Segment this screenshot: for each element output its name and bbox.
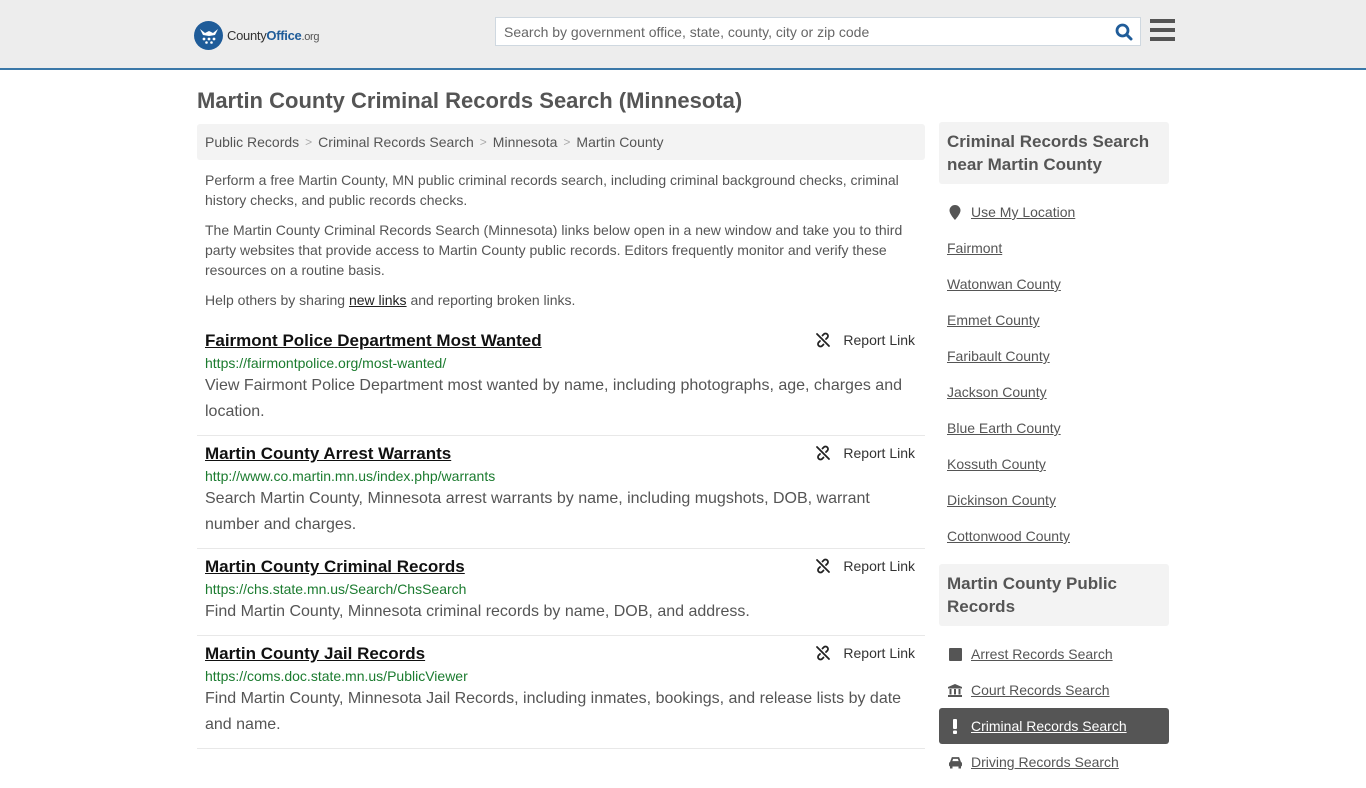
nearby-item: Jackson County [939, 374, 1169, 410]
site-header: CountyOffice.org [0, 0, 1366, 70]
site-logo[interactable]: CountyOffice.org [194, 20, 319, 50]
search-icon [1115, 23, 1133, 40]
result-title-link[interactable]: Martin County Jail Records [205, 644, 425, 664]
result-title-link[interactable]: Martin County Criminal Records [205, 557, 465, 577]
car-icon [947, 756, 963, 769]
result-description: Search Martin County, Minnesota arrest w… [205, 490, 870, 533]
breadcrumb-criminal-records-search[interactable]: Criminal Records Search [318, 134, 474, 150]
search-input[interactable] [496, 18, 1108, 45]
arrest-records-search-link[interactable]: Arrest Records Search [971, 646, 1113, 662]
results-list: Fairmont Police Department Most Wanted R… [197, 323, 925, 749]
breadcrumb: Public Records > Criminal Records Search… [197, 124, 925, 160]
use-my-location-item: Use My Location [939, 194, 1169, 230]
intro-text: Perform a free Martin County, MN public … [205, 170, 920, 320]
sidebar: Criminal Records Search near Martin Coun… [939, 122, 1169, 788]
report-link-button[interactable]: Report Link [815, 645, 915, 661]
nearby-link-jackson-county[interactable]: Jackson County [947, 384, 1047, 400]
result-description: Find Martin County, Minnesota criminal r… [205, 603, 750, 620]
public-record-item-active: Criminal Records Search [939, 708, 1169, 744]
result-url: https://coms.doc.state.mn.us/PublicViewe… [205, 668, 468, 684]
nearby-item: Watonwan County [939, 266, 1169, 302]
nearby-list: Use My Location Fairmont Watonwan County… [939, 184, 1169, 562]
courthouse-icon [947, 683, 963, 697]
public-records-heading: Martin County Public Records [939, 564, 1169, 626]
nearby-link-dickinson-county[interactable]: Dickinson County [947, 492, 1056, 508]
result-item: Martin County Jail Records Report Link h… [197, 636, 925, 749]
nearby-link-fairmont[interactable]: Fairmont [947, 240, 1002, 256]
nearby-item: Kossuth County [939, 446, 1169, 482]
breadcrumb-martin-county[interactable]: Martin County [576, 134, 663, 150]
result-url: http://www.co.martin.mn.us/index.php/war… [205, 468, 496, 484]
intro-paragraph: The Martin County Criminal Records Searc… [205, 222, 903, 278]
page-title: Martin County Criminal Records Search (M… [197, 88, 743, 113]
public-record-item: Court Records Search [939, 672, 1169, 708]
nearby-link-emmet-county[interactable]: Emmet County [947, 312, 1040, 328]
nearby-item: Faribault County [939, 338, 1169, 374]
nearby-item: Fairmont [939, 230, 1169, 266]
use-my-location-link[interactable]: Use My Location [971, 204, 1075, 220]
result-item: Fairmont Police Department Most Wanted R… [197, 323, 925, 436]
result-description: Find Martin County, Minnesota Jail Recor… [205, 690, 902, 733]
nearby-item: Dickinson County [939, 482, 1169, 518]
broken-link-icon [816, 332, 831, 348]
breadcrumb-public-records[interactable]: Public Records [205, 134, 299, 150]
result-item: Martin County Arrest Warrants Report Lin… [197, 436, 925, 549]
public-record-item: Driving Records Search [939, 744, 1169, 780]
court-records-search-link[interactable]: Court Records Search [971, 682, 1110, 698]
result-url: https://fairmontpolice.org/most-wanted/ [205, 355, 447, 371]
help-paragraph: Help others by sharing new links and rep… [205, 292, 576, 308]
nearby-link-cottonwood-county[interactable]: Cottonwood County [947, 528, 1070, 544]
result-item: Martin County Criminal Records Report Li… [197, 549, 925, 636]
nearby-link-blue-earth-county[interactable]: Blue Earth County [947, 420, 1061, 436]
breadcrumb-separator: > [479, 135, 487, 149]
eagle-logo-icon [194, 20, 223, 50]
criminal-records-search-link[interactable]: Criminal Records Search [971, 718, 1127, 734]
nearby-heading: Criminal Records Search near Martin Coun… [939, 122, 1169, 184]
breadcrumb-separator: > [563, 135, 571, 149]
map-marker-icon [947, 204, 963, 220]
broken-link-icon [816, 645, 831, 661]
logo-text: CountyOffice.org [227, 27, 320, 43]
nearby-item: Emmet County [939, 302, 1169, 338]
search-button[interactable] [1108, 18, 1140, 45]
exclamation-icon [947, 718, 963, 734]
public-records-list: Arrest Records Search Court Records Sear… [939, 626, 1169, 788]
result-description: View Fairmont Police Department most wan… [205, 377, 902, 420]
result-title-link[interactable]: Fairmont Police Department Most Wanted [205, 331, 542, 351]
nearby-item: Cottonwood County [939, 518, 1169, 554]
intro-paragraph: Perform a free Martin County, MN public … [205, 172, 899, 208]
search-bar [495, 17, 1141, 46]
result-title-link[interactable]: Martin County Arrest Warrants [205, 444, 451, 464]
new-links-link[interactable]: new links [349, 292, 407, 308]
report-link-button[interactable]: Report Link [815, 445, 915, 461]
public-record-item: Arrest Records Search [939, 636, 1169, 672]
breadcrumb-minnesota[interactable]: Minnesota [493, 134, 558, 150]
report-link-button[interactable]: Report Link [815, 558, 915, 574]
nearby-link-kossuth-county[interactable]: Kossuth County [947, 456, 1046, 472]
breadcrumb-separator: > [305, 135, 313, 149]
nearby-link-faribault-county[interactable]: Faribault County [947, 348, 1050, 364]
result-url: https://chs.state.mn.us/Search/ChsSearch [205, 581, 467, 597]
nearby-item: Blue Earth County [939, 410, 1169, 446]
broken-link-icon [816, 558, 831, 574]
hamburger-menu-icon[interactable] [1150, 19, 1175, 41]
report-link-button[interactable]: Report Link [815, 332, 915, 348]
broken-link-icon [816, 445, 831, 461]
square-icon [947, 647, 963, 661]
nearby-link-watonwan-county[interactable]: Watonwan County [947, 276, 1061, 292]
